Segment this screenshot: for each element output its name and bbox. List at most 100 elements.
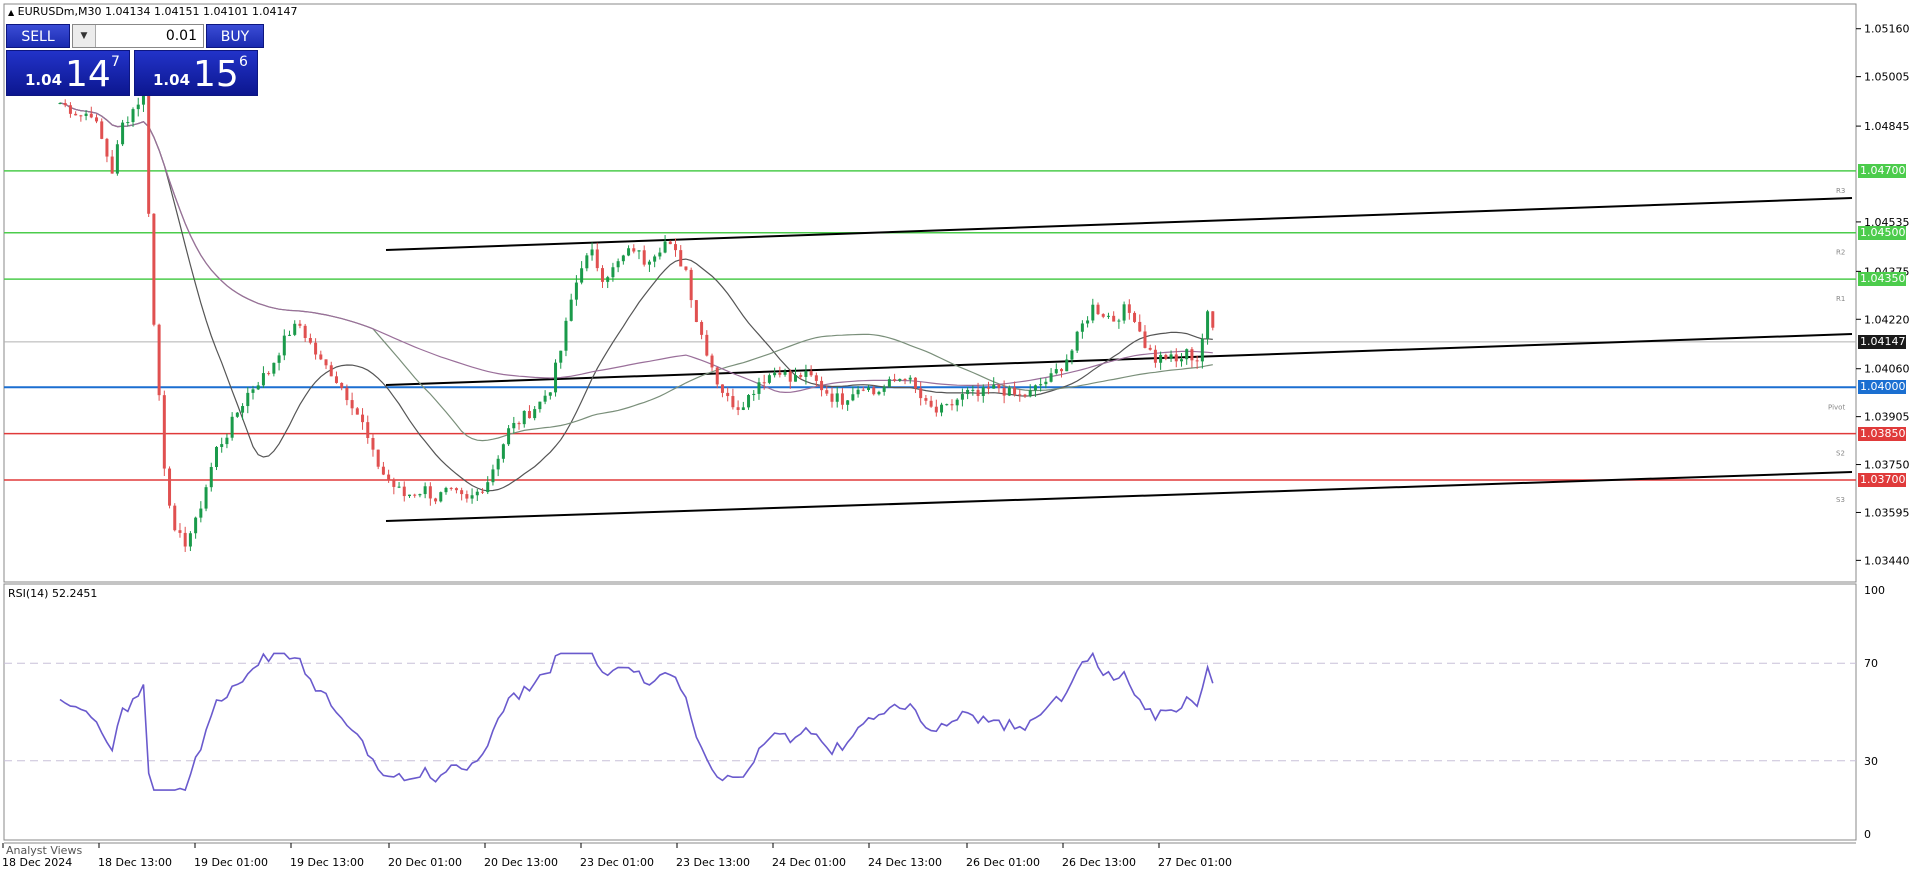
axes-layer: 1.051601.050051.048451.045351.043751.042…	[2, 23, 1910, 869]
candle-body	[147, 91, 151, 214]
candle-body	[1028, 390, 1032, 397]
level-tag-pivot: Pivot	[1828, 403, 1845, 411]
channel-top-line[interactable]	[385, 197, 1853, 251]
rsi-tick-label: 30	[1864, 755, 1878, 768]
candle-body	[799, 375, 803, 377]
current-price-badge: 1.04147	[1858, 334, 1906, 349]
candle-body	[1179, 359, 1183, 362]
candle-body	[402, 486, 406, 497]
candle-body	[235, 412, 239, 417]
time-tick-label: 18 Dec 2024	[2, 856, 72, 869]
candle-body	[642, 250, 646, 265]
candle-body	[705, 334, 709, 356]
candle-body	[491, 469, 495, 483]
buy-button[interactable]: BUY	[206, 24, 264, 48]
candle-body	[84, 113, 88, 116]
candle-body	[856, 389, 860, 395]
candle-body	[334, 376, 338, 383]
candle-body	[1164, 354, 1168, 359]
chevron-down-icon[interactable]: ▼	[73, 25, 96, 47]
candle-body	[934, 406, 938, 413]
buy-price-prefix: 1.04	[153, 71, 191, 89]
candle-body	[663, 241, 667, 253]
candle-body	[569, 299, 573, 321]
candle-body	[361, 414, 365, 423]
candle-body	[449, 487, 453, 489]
candle-body	[1206, 311, 1210, 339]
candle-body	[903, 378, 907, 380]
candle-body	[465, 494, 469, 499]
candle-body	[121, 122, 125, 145]
candle-body	[288, 334, 292, 336]
candle-body	[1049, 373, 1053, 382]
candle-body	[741, 407, 745, 410]
price-tick-label: 1.05005	[1864, 71, 1910, 84]
time-tick-label: 18 Dec 13:00	[98, 856, 172, 869]
price-tick-label: 1.04220	[1864, 313, 1910, 326]
rsi-tick-label: 100	[1864, 584, 1885, 597]
candle-body	[653, 256, 657, 262]
candle-body	[700, 321, 704, 335]
price-tick-label: 1.05160	[1864, 23, 1910, 36]
candle-body	[533, 409, 537, 419]
candle-body	[1080, 323, 1084, 332]
candle-body	[955, 399, 959, 406]
candle-body	[1195, 360, 1199, 362]
candle-body	[110, 156, 114, 174]
candle-body	[381, 466, 385, 475]
candle-body	[1070, 350, 1074, 360]
candle-body	[960, 394, 964, 400]
pivot-levels-layer: R3 R2 R1 Pivot S2 S3	[4, 170, 1856, 504]
buy-price-box[interactable]: 1.04 15 6	[134, 50, 258, 96]
candle-body	[371, 438, 375, 450]
candle-body	[366, 422, 370, 439]
candle-body	[647, 261, 651, 265]
rsi-title: RSI(14) 52.2451	[8, 587, 98, 600]
candle-body	[527, 410, 531, 419]
candle-body	[1200, 338, 1204, 362]
sell-price-box[interactable]: 1.04 14 7	[6, 50, 130, 96]
lot-size-field[interactable]: ▼ 0.01	[72, 24, 204, 48]
candle-body	[1106, 315, 1110, 317]
candle-body	[507, 428, 511, 445]
candle-body	[689, 269, 693, 301]
candle-body	[1117, 320, 1121, 322]
candle-body	[162, 395, 166, 469]
candle-body	[595, 249, 599, 269]
candle-body	[173, 505, 177, 531]
candle-body	[778, 372, 782, 375]
candle-body	[1133, 312, 1137, 322]
candle-body	[1018, 394, 1022, 396]
analyst-views-tab[interactable]: Analyst Views	[6, 844, 82, 857]
candle-body	[720, 384, 724, 393]
candle-body	[241, 406, 245, 413]
level-badge: 1.04500	[1858, 225, 1906, 240]
chart-canvas: R3 R2 R1 Pivot S2 S3 100 70 30 0 1.05160 1.05005 1…	[2, 3, 1910, 869]
candle-body	[376, 449, 380, 467]
candle-body	[168, 468, 172, 506]
candle-body	[752, 393, 756, 396]
candle-body	[976, 389, 980, 396]
candle-body	[830, 393, 834, 402]
candle-body	[887, 379, 891, 387]
sell-price-big: 14	[65, 54, 111, 95]
candle-body	[736, 407, 740, 410]
candle-body	[554, 362, 558, 393]
candle-body	[423, 486, 427, 495]
candle-body	[710, 355, 714, 368]
candle-body	[882, 386, 886, 392]
main-chart-frame	[3, 3, 1857, 583]
candle-body	[543, 395, 547, 402]
candle-body	[715, 367, 719, 385]
buy-price-big: 15	[193, 54, 239, 95]
candle-body	[1039, 384, 1043, 386]
candle-body	[131, 109, 135, 123]
level-tag-s2: S2	[1836, 450, 1845, 458]
candle-body	[820, 380, 824, 391]
level-badge: 1.04700	[1858, 163, 1906, 178]
time-tick-label: 24 Dec 13:00	[868, 856, 942, 869]
rsi-tick-label: 70	[1864, 657, 1878, 670]
candle-body	[460, 490, 464, 495]
level-tag-r3: R3	[1836, 187, 1845, 195]
sell-button[interactable]: SELL	[6, 24, 70, 48]
